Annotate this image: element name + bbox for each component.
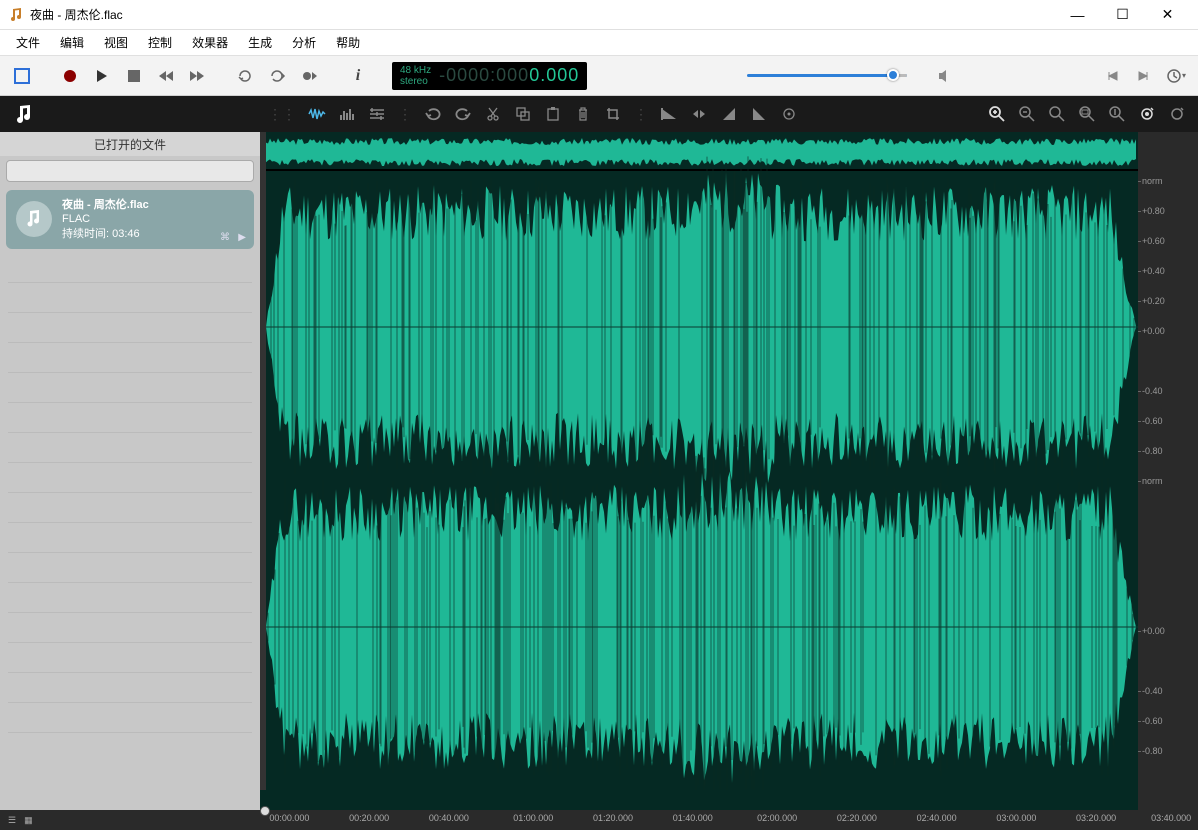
- record-mode-button[interactable]: [296, 62, 324, 90]
- menu-control[interactable]: 控制: [138, 31, 182, 54]
- zoom-selection-button[interactable]: [1074, 101, 1100, 127]
- paste-button[interactable]: [540, 101, 566, 127]
- marker-button[interactable]: [1134, 101, 1160, 127]
- main-area: 已打开的文件 🔍 夜曲 - 周杰伦.flac FLAC 持续时间: 03:46 …: [0, 132, 1198, 810]
- menu-help[interactable]: 帮助: [326, 31, 370, 54]
- maximize-button[interactable]: ☐: [1100, 0, 1145, 30]
- grip-icon-2: ⋮: [398, 106, 412, 123]
- menu-effects[interactable]: 效果器: [182, 31, 238, 54]
- info-button[interactable]: i: [344, 62, 372, 90]
- play-icon[interactable]: ▶: [238, 232, 246, 243]
- loop-button[interactable]: [232, 62, 260, 90]
- layout-button[interactable]: ☰: [8, 815, 16, 826]
- file-name: 夜曲 - 周杰伦.flac: [62, 198, 244, 212]
- zoom-out-button[interactable]: [1014, 101, 1040, 127]
- ramp-up-button[interactable]: [716, 101, 742, 127]
- amplitude-ruler: norm +0.80 +0.60 +0.40 +0.20 +0.00 -0.40…: [1138, 132, 1198, 810]
- ramp-down-button[interactable]: [746, 101, 772, 127]
- forward-button[interactable]: [184, 62, 212, 90]
- loop-region-button[interactable]: [264, 62, 292, 90]
- volume-slider[interactable]: [747, 73, 907, 79]
- window-title: 夜曲 - 周杰伦.flac: [30, 6, 1055, 23]
- grip-icon: ⋮⋮: [268, 106, 296, 123]
- sidebar: 已打开的文件 🔍 夜曲 - 周杰伦.flac FLAC 持续时间: 03:46 …: [0, 132, 260, 810]
- time-display: 48 kHz stereo -0000:0000.000: [392, 62, 587, 90]
- time-prefix: -0000:000: [439, 65, 529, 85]
- file-duration: 持续时间: 03:46: [62, 227, 244, 241]
- nav-back-button[interactable]: [1098, 62, 1126, 90]
- multi-view-button[interactable]: [364, 101, 390, 127]
- selection-tool[interactable]: [8, 62, 36, 90]
- fade-out-button[interactable]: [656, 101, 682, 127]
- window-controls: — ☐ ✕: [1055, 0, 1190, 30]
- grip-icon-3: ⋮: [634, 106, 648, 123]
- copy-button[interactable]: [510, 101, 536, 127]
- cut-button[interactable]: [480, 101, 506, 127]
- close-button[interactable]: ✕: [1145, 0, 1190, 30]
- titlebar: 夜曲 - 周杰伦.flac — ☐ ✕: [0, 0, 1198, 30]
- link-icon: ⌘: [220, 232, 230, 243]
- sidebar-header: 已打开的文件: [0, 132, 260, 156]
- speaker-icon[interactable]: [931, 62, 959, 90]
- channels-label: stereo: [400, 76, 431, 87]
- search-input[interactable]: [6, 160, 254, 182]
- menu-edit[interactable]: 编辑: [50, 31, 94, 54]
- undo-button[interactable]: [420, 101, 446, 127]
- edit-toolbar: ⋮⋮ ⋮ ⋮: [0, 96, 1198, 132]
- menu-file[interactable]: 文件: [6, 31, 50, 54]
- play-button[interactable]: [88, 62, 116, 90]
- time-value: 0.000: [529, 65, 579, 85]
- stop-button[interactable]: [120, 62, 148, 90]
- zoom-reset-button[interactable]: [1104, 101, 1130, 127]
- spectrum-view-button[interactable]: [334, 101, 360, 127]
- rewind-button[interactable]: [152, 62, 180, 90]
- nav-forward-button[interactable]: [1130, 62, 1158, 90]
- note-icon: [12, 103, 34, 125]
- waveform-canvas[interactable]: [260, 132, 1138, 810]
- file-item[interactable]: 夜曲 - 周杰伦.flac FLAC 持续时间: 03:46 ⌘ ▶: [6, 190, 254, 249]
- menu-generate[interactable]: 生成: [238, 31, 282, 54]
- menu-analyze[interactable]: 分析: [282, 31, 326, 54]
- sidebar-list: [0, 253, 260, 810]
- toolbar: i 48 kHz stereo -0000:0000.000 ▾: [0, 56, 1198, 96]
- marker2-button[interactable]: [1164, 101, 1190, 127]
- snapshot-button[interactable]: ▦: [24, 815, 33, 826]
- file-note-icon: [16, 201, 52, 237]
- menubar: 文件 编辑 视图 控制 效果器 生成 分析 帮助: [0, 30, 1198, 56]
- timeline: ☰ ▦ 00:00.000 00:20.000 00:40.000 01:00.…: [0, 810, 1198, 830]
- waveform-view-button[interactable]: [304, 101, 330, 127]
- minimize-button[interactable]: —: [1055, 0, 1100, 30]
- app-icon: [8, 7, 24, 23]
- timeline-ticks[interactable]: 00:00.000 00:20.000 00:40.000 01:00.000 …: [260, 810, 1198, 830]
- zoom-fit-button[interactable]: [1044, 101, 1070, 127]
- settings-button[interactable]: [776, 101, 802, 127]
- delete-button[interactable]: [570, 101, 596, 127]
- redo-button[interactable]: [450, 101, 476, 127]
- crop-button[interactable]: [600, 101, 626, 127]
- reverse-button[interactable]: [686, 101, 712, 127]
- menu-view[interactable]: 视图: [94, 31, 138, 54]
- file-format: FLAC: [62, 212, 244, 226]
- history-button[interactable]: ▾: [1162, 62, 1190, 90]
- samplerate-label: 48 kHz: [400, 65, 431, 76]
- record-button[interactable]: [56, 62, 84, 90]
- zoom-in-button[interactable]: [984, 101, 1010, 127]
- waveform-area: norm +0.80 +0.60 +0.40 +0.20 +0.00 -0.40…: [260, 132, 1198, 810]
